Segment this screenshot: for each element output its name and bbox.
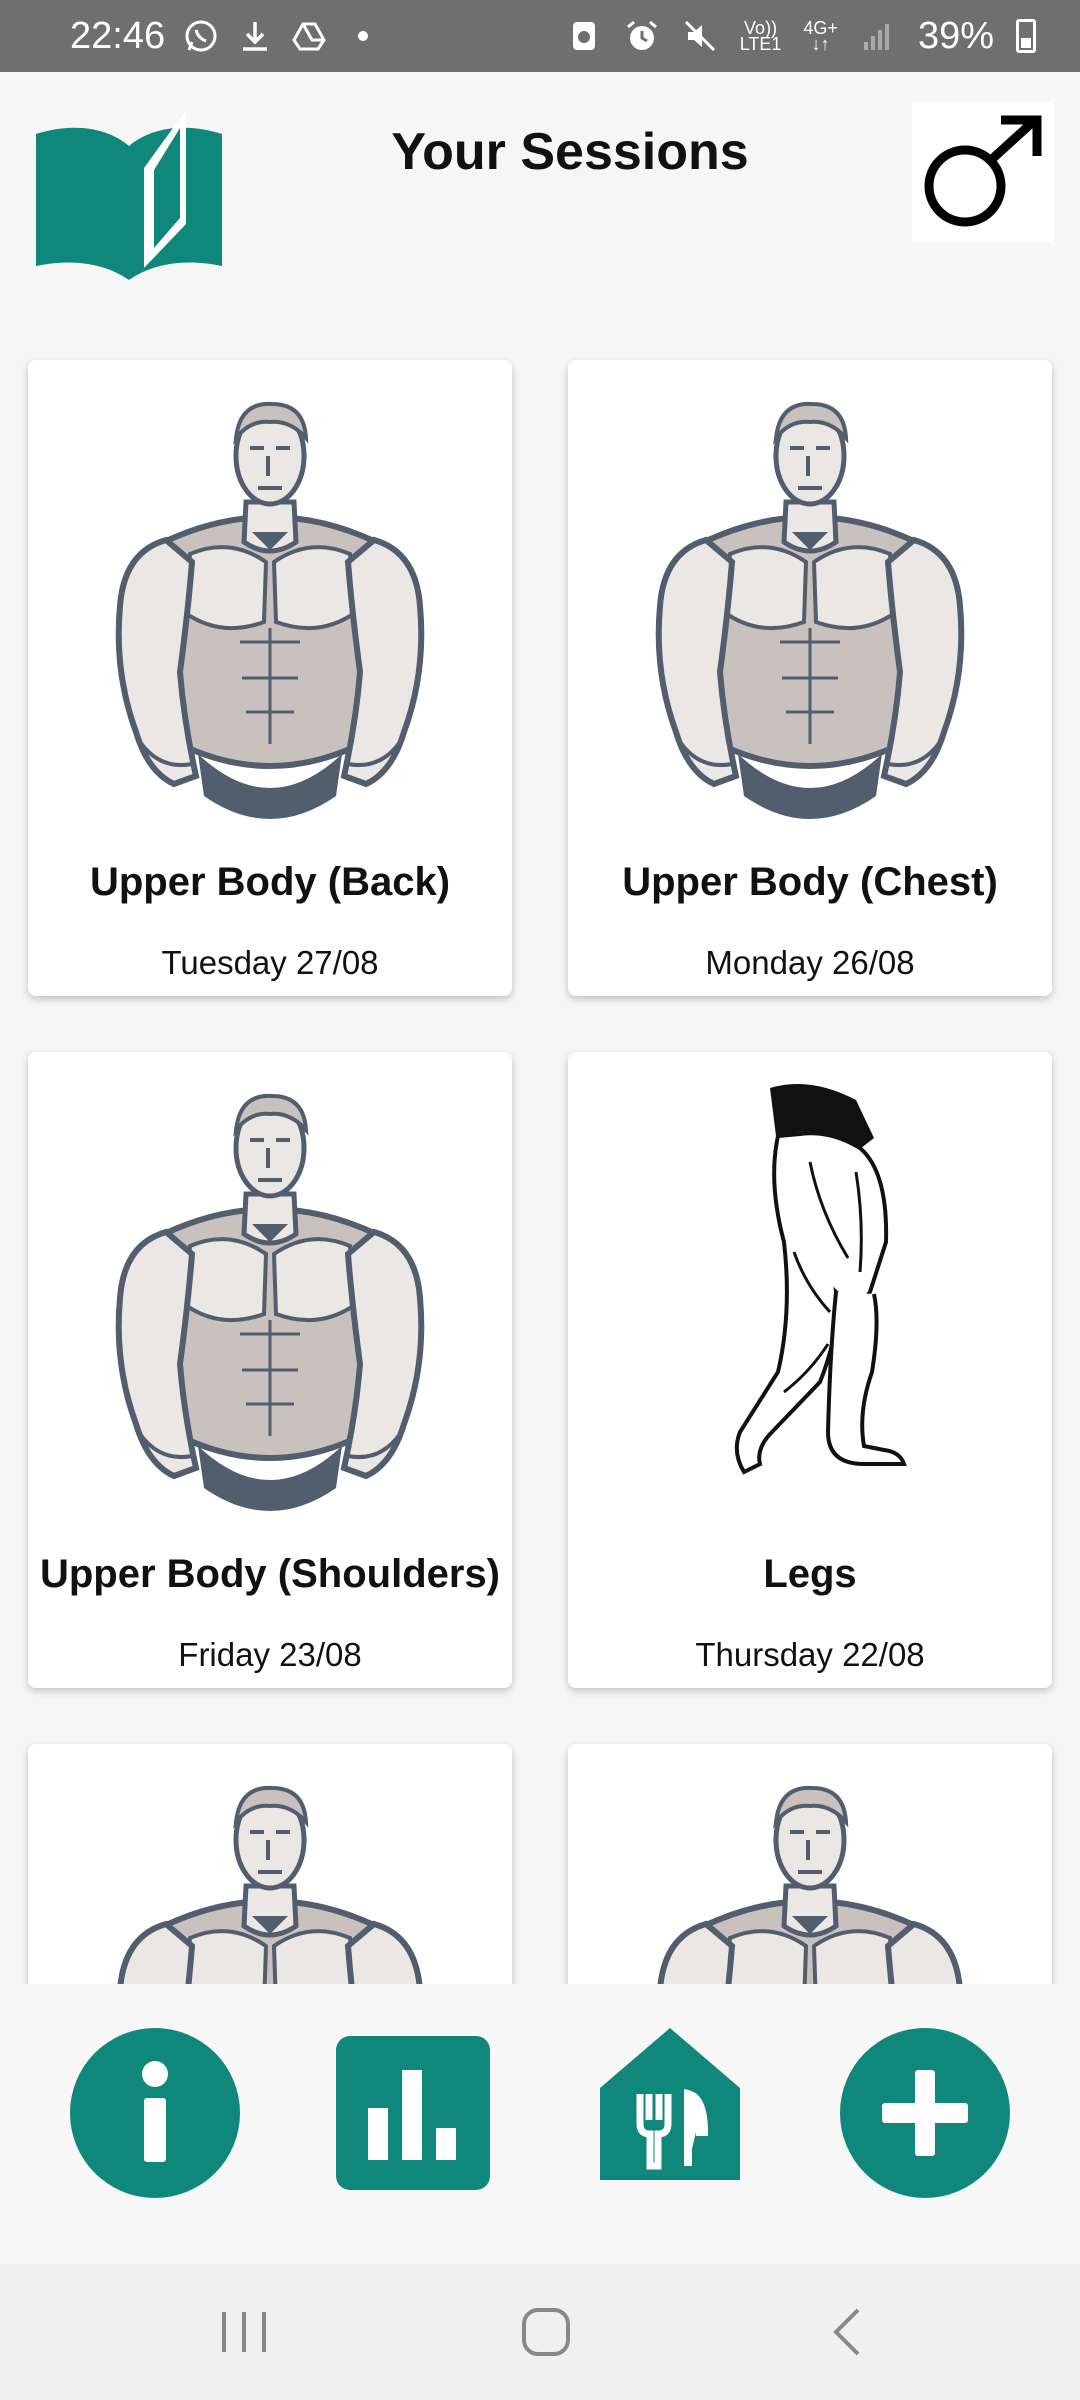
session-image-upper-body: [28, 1744, 512, 1984]
home-button[interactable]: [518, 2304, 574, 2360]
add-session-button[interactable]: [840, 2028, 1010, 2198]
session-image-upper-body: [568, 1744, 1052, 1984]
session-image-upper-body: [28, 360, 512, 850]
stats-icon: [336, 2036, 490, 2190]
home-icon: [522, 2308, 570, 2356]
info-button[interactable]: [70, 2028, 240, 2198]
meal-button[interactable]: [600, 2028, 740, 2198]
back-icon: [833, 2308, 860, 2356]
status-left: 22:46: [70, 15, 381, 58]
drive-icon: [292, 22, 326, 51]
battery-percent: 39%: [917, 14, 994, 57]
gender-button[interactable]: [912, 102, 1054, 242]
system-nav-bar: [0, 2264, 1080, 2400]
session-image-legs: [568, 1052, 1052, 1542]
download-icon: [243, 22, 268, 51]
recent-apps-button[interactable]: [216, 2304, 272, 2360]
session-card[interactable]: Upper Body (Shoulders) Friday 23/08: [28, 1052, 512, 1688]
alarm-icon: [626, 20, 657, 50]
clock: 22:46: [70, 14, 166, 57]
info-icon: [70, 2028, 240, 2198]
stats-button[interactable]: [336, 2036, 490, 2190]
session-date: Monday 26/08: [705, 944, 915, 981]
session-image-upper-body: [28, 1052, 512, 1542]
battery-icon: [1016, 19, 1036, 53]
session-title: Upper Body (Back): [89, 860, 451, 904]
mute-icon: [684, 20, 715, 52]
back-button[interactable]: [820, 2304, 876, 2360]
session-card[interactable]: Legs Thursday 22/08: [568, 1052, 1052, 1688]
male-symbol-icon: [924, 115, 1042, 227]
meal-icon: [600, 2028, 740, 2180]
session-date: Friday 23/08: [178, 1636, 362, 1673]
session-title: Upper Body (Chest): [622, 860, 998, 904]
header: Your Sessions: [0, 72, 1080, 332]
screen-record-icon: [572, 22, 595, 50]
status-right: Vo)) LTE1 4G+ ↓↑ 39%: [566, 15, 1036, 58]
session-card[interactable]: Upper Body (Chest) Monday 26/08: [568, 360, 1052, 996]
session-title: Upper Body (Shoulders): [39, 1552, 501, 1596]
session-title: Legs: [763, 1552, 857, 1596]
session-card[interactable]: Upper Body (Back) Tuesday 27/08: [28, 360, 512, 996]
bottom-nav: [0, 1984, 1080, 2264]
session-card[interactable]: [28, 1744, 512, 1984]
4g-icon: 4G+ ↓↑: [803, 18, 838, 54]
session-image-upper-body: [568, 360, 1052, 850]
session-date: Tuesday 27/08: [161, 944, 379, 981]
sessions-grid[interactable]: Upper Body (Back) Tuesday 27/08 Upper Bo…: [0, 332, 1080, 1984]
dot-icon: [358, 31, 369, 41]
add-icon: [840, 2028, 1010, 2198]
whatsapp-icon: [185, 20, 217, 52]
volte-indicator: Vo)) LTE1: [739, 18, 782, 54]
recent-apps-icon: [222, 2312, 266, 2352]
session-date: Thursday 22/08: [695, 1636, 925, 1673]
signal-icon: [863, 24, 889, 50]
status-bar: 22:46 Vo)) LTE1 4G+ ↓↑ 39%: [0, 0, 1080, 72]
session-card[interactable]: [568, 1744, 1052, 1984]
